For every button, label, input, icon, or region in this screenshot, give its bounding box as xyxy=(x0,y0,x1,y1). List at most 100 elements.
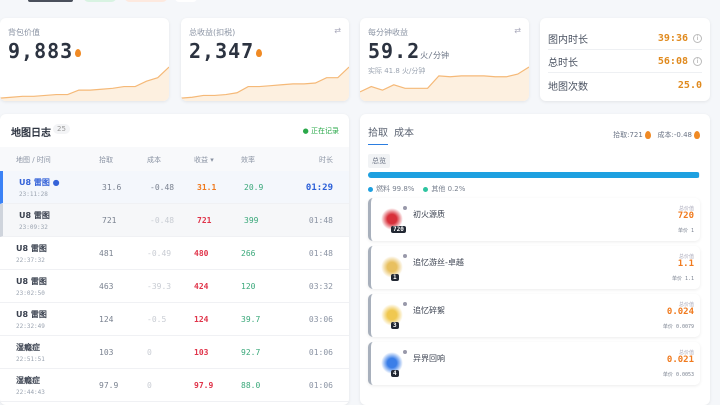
cost: 0 xyxy=(147,348,152,357)
count-badge: 25 xyxy=(53,124,70,134)
loot-item[interactable]: 3 追忆碎絮 总价值 0.024 单价 0.0079 xyxy=(368,294,700,337)
unit-price: 单价 1.1 xyxy=(671,276,694,282)
header xyxy=(0,0,720,4)
summary-row-map-count: 地图次数 25.0 xyxy=(548,80,702,93)
map-time: 22:32:49 xyxy=(16,323,45,330)
col-pickup[interactable]: 拾取 xyxy=(99,155,113,165)
totals: 拾取:721 成本:-0.48 xyxy=(613,130,700,140)
pickup: 721 xyxy=(102,216,117,225)
profit: 124 xyxy=(194,315,209,324)
recording-status: ● 正在记录 xyxy=(302,127,339,135)
loot-item[interactable]: 4 异界回响 总价值 0.021 单价 0.0053 xyxy=(368,342,700,385)
duration: 03:32 xyxy=(308,282,333,291)
table-row[interactable]: U8 雷图 23:02:50 463 -39.3 424 120 03:32 xyxy=(0,270,349,303)
cost: -0.5 xyxy=(147,315,167,324)
total-value: 1.1 xyxy=(677,259,694,269)
map-time: 23:11:28 xyxy=(19,191,48,198)
mode-badge xyxy=(124,0,168,2)
total-value: 0.021 xyxy=(666,355,694,365)
info-icon[interactable]: i xyxy=(693,33,702,43)
stat-value: 59.2火/分钟 xyxy=(368,39,449,63)
table-row[interactable]: U8 雷图 ● 23:11:28 31.6 -0.48 31.1 20.9 01… xyxy=(0,171,349,204)
col-cost[interactable]: 成本 xyxy=(147,155,161,165)
map-log-panel: 地图日志 25 ● 正在记录 地图 / 时间 拾取 成本 收益 ▾ 效率 时长 … xyxy=(0,114,349,405)
pickup: 103 xyxy=(99,348,114,357)
sparkline xyxy=(360,66,529,101)
profit: 480 xyxy=(194,249,209,258)
map-name: U8 雷图 xyxy=(19,211,50,220)
table-row[interactable]: U8 雷图 22:32:49 124 -0.5 124 39.7 03:06 xyxy=(0,303,349,336)
sparkline-area xyxy=(360,67,529,101)
map-name: U8 雷图 xyxy=(16,277,47,286)
efficiency: 20.9 xyxy=(244,183,264,192)
duration: 01:48 xyxy=(308,249,333,258)
rarity-dot xyxy=(403,302,407,306)
map-name: U8 雷图 ● xyxy=(19,178,60,187)
header-button[interactable] xyxy=(175,0,197,2)
pickup: 481 xyxy=(99,249,114,258)
map-name: 湿瘾症 xyxy=(16,343,40,352)
info-icon[interactable]: i xyxy=(693,56,702,66)
profit: 424 xyxy=(194,282,209,291)
fire-icon xyxy=(644,131,651,139)
map-time: 22:37:32 xyxy=(16,257,45,264)
profit: 97.9 xyxy=(194,381,214,390)
pickup: 463 xyxy=(99,282,114,291)
overview-chip[interactable]: 总览 xyxy=(368,154,390,168)
fuel-fill xyxy=(368,172,700,178)
table-row[interactable]: U8 雷图 23:09:32 721 -0.48 721 399 01:48 xyxy=(0,204,349,237)
total-value: 0.024 xyxy=(666,307,694,317)
map-time: 22:51:51 xyxy=(16,356,45,363)
map-time: 23:09:32 xyxy=(19,224,48,231)
tab-pickup[interactable]: 拾取 xyxy=(368,128,388,145)
profit: 721 xyxy=(197,216,212,225)
col-map[interactable]: 地图 / 时间 xyxy=(16,155,51,165)
col-profit[interactable]: 收益 ▾ xyxy=(194,155,214,165)
category-bar xyxy=(368,172,700,178)
map-name: U8 雷图 xyxy=(16,310,47,319)
app-title xyxy=(28,0,73,2)
efficiency: 39.7 xyxy=(241,315,261,324)
swap-icon[interactable]: ⇄ xyxy=(334,26,341,35)
duration: 01:06 xyxy=(308,348,333,357)
summary-card: 图内时长 39:36 i 总时长 56:08 i 地图次数 25.0 xyxy=(540,18,710,101)
efficiency: 88.0 xyxy=(241,381,261,390)
col-eff[interactable]: 效率 xyxy=(241,155,255,165)
pickup: 31.6 xyxy=(102,183,122,192)
swap-icon[interactable]: ⇄ xyxy=(514,26,521,35)
stat-label: 总收益(扣税) xyxy=(189,28,236,37)
efficiency: 92.7 xyxy=(241,348,261,357)
rarity-dot xyxy=(403,350,407,354)
stat-label: 每分钟收益 xyxy=(368,28,408,37)
unit-price: 单价 0.0079 xyxy=(662,324,694,330)
profit: 31.1 xyxy=(197,183,217,192)
legend: 燃料 99.8% 其他 0.2% xyxy=(368,184,465,194)
loot-item[interactable]: 1 追忆游丝-卓越 总价值 1.1 单价 1.1 xyxy=(368,246,700,289)
col-duration[interactable]: 时长 xyxy=(319,155,333,165)
table-row[interactable]: 湿瘾症 22:44:43 97.9 0 97.9 88.0 01:06 xyxy=(0,369,349,402)
legend-dot xyxy=(423,186,429,192)
cost: -39.3 xyxy=(147,282,172,291)
profit: 103 xyxy=(194,348,209,357)
duration: 01:06 xyxy=(308,381,333,390)
table-row[interactable]: 湿瘾症 22:51:51 103 0 103 92.7 01:06 xyxy=(0,336,349,369)
quantity-badge: 3 xyxy=(391,322,399,329)
stat-card-total-profit: 总收益(扣税) ⇄ 2,347 xyxy=(181,18,349,101)
table-row[interactable]: U8 雷图 22:37:32 481 -0.49 480 266 01:48 xyxy=(0,237,349,270)
item-name: 初火源质 xyxy=(413,210,445,219)
summary-row-map-time: 图内时长 39:36 i xyxy=(548,27,702,50)
cost: 0 xyxy=(147,381,152,390)
sparkline xyxy=(181,66,349,101)
legend-dot xyxy=(368,186,373,192)
table-header: 地图 / 时间 拾取 成本 收益 ▾ 效率 时长 xyxy=(0,147,349,171)
unit-price: 单价 1 xyxy=(677,228,694,234)
loot-item[interactable]: 720 初火源质 总价值 720 单价 1 xyxy=(368,198,700,241)
stat-label: 背包价值 xyxy=(8,28,40,37)
duration: 03:06 xyxy=(308,315,333,324)
pickup: 97.9 xyxy=(99,381,119,390)
tab-cost[interactable]: 成本 xyxy=(394,128,414,139)
fire-icon xyxy=(256,48,263,57)
quantity-badge: 1 xyxy=(391,274,399,281)
rarity-dot xyxy=(403,254,407,258)
fire-icon xyxy=(75,48,82,57)
